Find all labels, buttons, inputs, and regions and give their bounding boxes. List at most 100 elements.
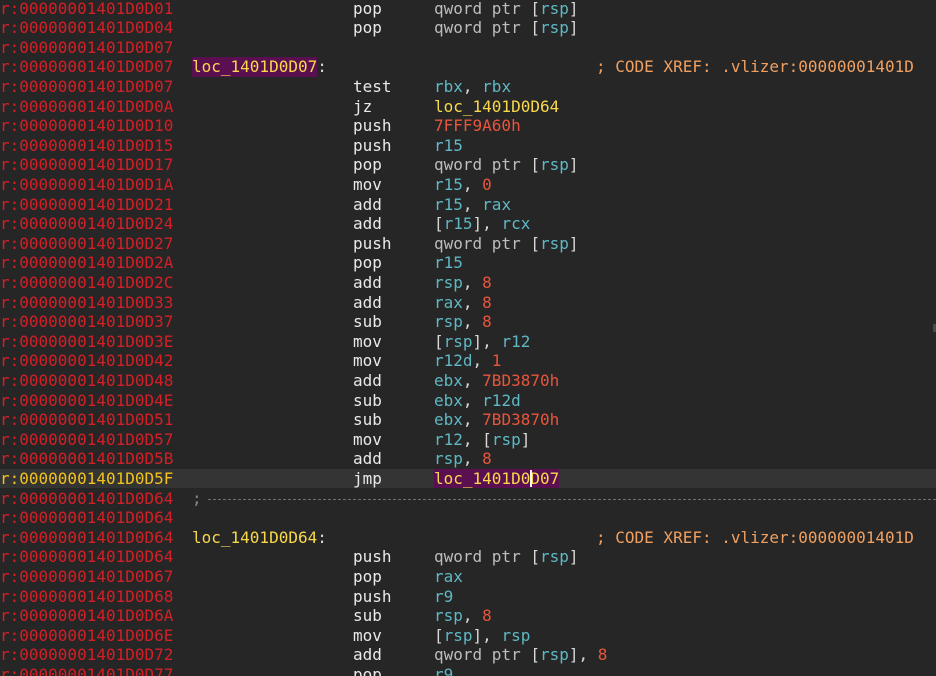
- listing-line[interactable]: r:00000001401D0D6E mov [rsp], rsp: [0, 626, 936, 646]
- address[interactable]: r:00000001401D0D5B: [0, 449, 173, 469]
- listing-line[interactable]: r:00000001401D0D4E sub ebx, r12d: [0, 391, 936, 411]
- mnemonic[interactable]: test: [353, 77, 392, 97]
- mnemonic[interactable]: mov: [353, 351, 382, 371]
- operands[interactable]: 7FFF9A60h: [434, 116, 521, 136]
- listing-line[interactable]: r:00000001401D0D64 loc_1401D0D64: ; CODE X…: [0, 528, 936, 548]
- listing-line[interactable]: r:00000001401D0D48 add ebx, 7BD3870h: [0, 371, 936, 391]
- address[interactable]: r:00000001401D0D64: [0, 508, 173, 528]
- address[interactable]: r:00000001401D0D48: [0, 371, 173, 391]
- listing-line[interactable]: r:00000001401D0D51 sub ebx, 7BD3870h: [0, 410, 936, 430]
- listing-line[interactable]: r:00000001401D0D07: [0, 38, 936, 58]
- address[interactable]: r:00000001401D0D72: [0, 645, 173, 665]
- operands[interactable]: rsp, 8: [434, 449, 492, 469]
- mnemonic[interactable]: add: [353, 293, 382, 313]
- address[interactable]: r:00000001401D0D1A: [0, 175, 173, 195]
- mnemonic[interactable]: add: [353, 371, 382, 391]
- address[interactable]: r:00000001401D0D6E: [0, 626, 173, 646]
- address[interactable]: r:00000001401D0D67: [0, 567, 173, 587]
- listing-line[interactable]: r:00000001401D0D57 mov r12, [rsp]: [0, 430, 936, 450]
- address[interactable]: r:00000001401D0D15: [0, 136, 173, 156]
- operands[interactable]: qword ptr [rsp]: [434, 547, 579, 567]
- listing-line[interactable]: r:00000001401D0D07 test rbx, rbx: [0, 77, 936, 97]
- listing-line[interactable]: r:00000001401D0D04 pop qword ptr [rsp]: [0, 18, 936, 38]
- operands[interactable]: r12, [rsp]: [434, 430, 530, 450]
- mnemonic[interactable]: sub: [353, 606, 382, 626]
- operands[interactable]: r15, 0: [434, 175, 492, 195]
- mnemonic[interactable]: pop: [353, 567, 382, 587]
- operands[interactable]: [rsp], rsp: [434, 626, 530, 646]
- mnemonic[interactable]: sub: [353, 391, 382, 411]
- address[interactable]: r:00000001401D0D10: [0, 116, 173, 136]
- mnemonic[interactable]: push: [353, 136, 392, 156]
- address[interactable]: r:00000001401D0D07: [0, 38, 173, 58]
- mnemonic[interactable]: pop: [353, 155, 382, 175]
- xref-comment[interactable]: ; CODE XREF: .vlizer:00000001401D: [596, 528, 914, 548]
- operands[interactable]: rsp, 8: [434, 312, 492, 332]
- mnemonic[interactable]: mov: [353, 332, 382, 352]
- listing-line[interactable]: r:00000001401D0D21 add r15, rax: [0, 195, 936, 215]
- address[interactable]: r:00000001401D0D3E: [0, 332, 173, 352]
- listing-line[interactable]: r:00000001401D0D68 push r9: [0, 587, 936, 607]
- operands[interactable]: ebx, 7BD3870h: [434, 371, 559, 391]
- operands[interactable]: r15: [434, 253, 463, 273]
- mnemonic[interactable]: add: [353, 214, 382, 234]
- address[interactable]: r:00000001401D0D0A: [0, 97, 173, 117]
- address[interactable]: r:00000001401D0D27: [0, 234, 173, 254]
- address[interactable]: r:00000001401D0D68: [0, 587, 173, 607]
- mnemonic[interactable]: jmp: [353, 469, 382, 489]
- address[interactable]: r:00000001401D0D2A: [0, 253, 173, 273]
- listing-line[interactable]: r:00000001401D0D2A pop r15: [0, 253, 936, 273]
- listing-line[interactable]: r:00000001401D0D77 pop r9: [0, 665, 936, 676]
- listing-line[interactable]: r:00000001401D0D5B add rsp, 8: [0, 449, 936, 469]
- code-label[interactable]: loc_1401D0D64: [192, 528, 317, 548]
- operands[interactable]: r9: [434, 665, 453, 676]
- listing-line[interactable]: r:00000001401D0D07 loc_1401D0D07: ; CODE X…: [0, 57, 936, 77]
- operands[interactable]: [rsp], r12: [434, 332, 530, 352]
- address[interactable]: r:00000001401D0D5F: [0, 469, 173, 489]
- listing-line[interactable]: r:00000001401D0D1A mov r15, 0: [0, 175, 936, 195]
- mnemonic[interactable]: mov: [353, 626, 382, 646]
- listing-line[interactable]: r:00000001401D0D64;: [0, 489, 936, 509]
- address[interactable]: r:00000001401D0D01: [0, 0, 173, 18]
- listing-line[interactable]: r:00000001401D0D10 push 7FFF9A60h: [0, 116, 936, 136]
- address[interactable]: r:00000001401D0D07: [0, 57, 173, 77]
- operands[interactable]: qword ptr [rsp]: [434, 0, 579, 18]
- listing-line[interactable]: r:00000001401D0D72 add qword ptr [rsp], 8: [0, 645, 936, 665]
- mnemonic[interactable]: add: [353, 273, 382, 293]
- mnemonic[interactable]: add: [353, 449, 382, 469]
- code-label[interactable]: loc_1401D0D07: [192, 57, 318, 77]
- address[interactable]: r:00000001401D0D17: [0, 155, 173, 175]
- address[interactable]: r:00000001401D0D24: [0, 214, 173, 234]
- operands[interactable]: rsp, 8: [434, 273, 492, 293]
- listing-line[interactable]: r:00000001401D0D3E mov [rsp], r12: [0, 332, 936, 352]
- address[interactable]: r:00000001401D0D57: [0, 430, 173, 450]
- operands[interactable]: qword ptr [rsp]: [434, 234, 579, 254]
- listing-line[interactable]: r:00000001401D0D01 pop qword ptr [rsp]: [0, 0, 936, 18]
- operands[interactable]: qword ptr [rsp], 8: [434, 645, 607, 665]
- operands[interactable]: ebx, r12d: [434, 391, 521, 411]
- operand-label[interactable]: loc_1401D0D64: [434, 97, 559, 116]
- address[interactable]: r:00000001401D0D42: [0, 351, 173, 371]
- mnemonic[interactable]: mov: [353, 430, 382, 450]
- listing-line[interactable]: r:00000001401D0D37 sub rsp, 8: [0, 312, 936, 332]
- operands[interactable]: qword ptr [rsp]: [434, 155, 579, 175]
- operands[interactable]: r15: [434, 136, 463, 156]
- mnemonic[interactable]: push: [353, 116, 392, 136]
- current-line[interactable]: r:00000001401D0D5F jmp loc_1401D0D07: [0, 468, 936, 489]
- operands[interactable]: ebx, 7BD3870h: [434, 410, 559, 430]
- listing-line[interactable]: r:00000001401D0D33 add rax, 8: [0, 293, 936, 313]
- listing-line[interactable]: r:00000001401D0D27 push qword ptr [rsp]: [0, 234, 936, 254]
- listing-line[interactable]: r:00000001401D0D15 push r15: [0, 136, 936, 156]
- operands[interactable]: r12d, 1: [434, 351, 501, 371]
- address[interactable]: r:00000001401D0D6A: [0, 606, 173, 626]
- address[interactable]: r:00000001401D0D33: [0, 293, 173, 313]
- address[interactable]: r:00000001401D0D51: [0, 410, 173, 430]
- operands[interactable]: rbx, rbx: [434, 77, 511, 97]
- mnemonic[interactable]: pop: [353, 253, 382, 273]
- mnemonic[interactable]: mov: [353, 175, 382, 195]
- mnemonic[interactable]: pop: [353, 18, 382, 38]
- mnemonic[interactable]: sub: [353, 410, 382, 430]
- address[interactable]: r:00000001401D0D4E: [0, 391, 173, 411]
- mnemonic[interactable]: pop: [353, 0, 382, 18]
- operands[interactable]: rsp, 8: [434, 606, 492, 626]
